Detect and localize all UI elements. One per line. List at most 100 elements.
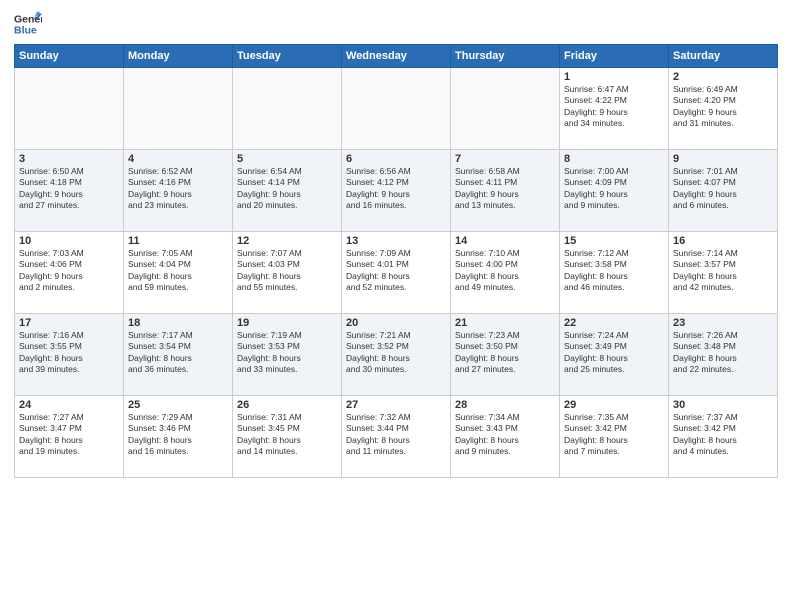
day-cell: 16Sunrise: 7:14 AM Sunset: 3:57 PM Dayli… <box>669 232 778 314</box>
day-number: 16 <box>673 235 773 247</box>
day-cell: 25Sunrise: 7:29 AM Sunset: 3:46 PM Dayli… <box>124 396 233 478</box>
day-cell: 28Sunrise: 7:34 AM Sunset: 3:43 PM Dayli… <box>451 396 560 478</box>
day-number: 20 <box>346 317 446 329</box>
day-number: 27 <box>346 399 446 411</box>
week-row-0: 1Sunrise: 6:47 AM Sunset: 4:22 PM Daylig… <box>15 68 778 150</box>
day-cell: 20Sunrise: 7:21 AM Sunset: 3:52 PM Dayli… <box>342 314 451 396</box>
day-number: 11 <box>128 235 228 247</box>
day-cell: 13Sunrise: 7:09 AM Sunset: 4:01 PM Dayli… <box>342 232 451 314</box>
day-cell: 15Sunrise: 7:12 AM Sunset: 3:58 PM Dayli… <box>560 232 669 314</box>
day-cell: 27Sunrise: 7:32 AM Sunset: 3:44 PM Dayli… <box>342 396 451 478</box>
day-cell: 17Sunrise: 7:16 AM Sunset: 3:55 PM Dayli… <box>15 314 124 396</box>
day-number: 21 <box>455 317 555 329</box>
day-info: Sunrise: 7:34 AM Sunset: 3:43 PM Dayligh… <box>455 412 555 458</box>
day-number: 4 <box>128 153 228 165</box>
day-number: 29 <box>564 399 664 411</box>
day-number: 2 <box>673 71 773 83</box>
day-info: Sunrise: 7:29 AM Sunset: 3:46 PM Dayligh… <box>128 412 228 458</box>
day-cell <box>451 68 560 150</box>
day-number: 25 <box>128 399 228 411</box>
day-info: Sunrise: 7:37 AM Sunset: 3:42 PM Dayligh… <box>673 412 773 458</box>
day-cell: 24Sunrise: 7:27 AM Sunset: 3:47 PM Dayli… <box>15 396 124 478</box>
day-cell: 5Sunrise: 6:54 AM Sunset: 4:14 PM Daylig… <box>233 150 342 232</box>
day-info: Sunrise: 6:56 AM Sunset: 4:12 PM Dayligh… <box>346 166 446 212</box>
day-number: 24 <box>19 399 119 411</box>
day-cell <box>124 68 233 150</box>
logo: General Blue <box>14 10 42 38</box>
day-info: Sunrise: 7:01 AM Sunset: 4:07 PM Dayligh… <box>673 166 773 212</box>
day-cell: 8Sunrise: 7:00 AM Sunset: 4:09 PM Daylig… <box>560 150 669 232</box>
day-info: Sunrise: 7:24 AM Sunset: 3:49 PM Dayligh… <box>564 330 664 376</box>
day-cell: 21Sunrise: 7:23 AM Sunset: 3:50 PM Dayli… <box>451 314 560 396</box>
col-header-tuesday: Tuesday <box>233 45 342 68</box>
day-info: Sunrise: 6:49 AM Sunset: 4:20 PM Dayligh… <box>673 84 773 130</box>
day-info: Sunrise: 7:16 AM Sunset: 3:55 PM Dayligh… <box>19 330 119 376</box>
svg-text:General: General <box>14 13 42 25</box>
day-cell: 23Sunrise: 7:26 AM Sunset: 3:48 PM Dayli… <box>669 314 778 396</box>
day-info: Sunrise: 7:12 AM Sunset: 3:58 PM Dayligh… <box>564 248 664 294</box>
logo-icon: General Blue <box>14 10 42 38</box>
day-info: Sunrise: 7:35 AM Sunset: 3:42 PM Dayligh… <box>564 412 664 458</box>
day-cell: 12Sunrise: 7:07 AM Sunset: 4:03 PM Dayli… <box>233 232 342 314</box>
day-number: 1 <box>564 71 664 83</box>
day-info: Sunrise: 7:09 AM Sunset: 4:01 PM Dayligh… <box>346 248 446 294</box>
col-header-wednesday: Wednesday <box>342 45 451 68</box>
day-number: 14 <box>455 235 555 247</box>
day-number: 8 <box>564 153 664 165</box>
day-info: Sunrise: 7:05 AM Sunset: 4:04 PM Dayligh… <box>128 248 228 294</box>
day-cell: 22Sunrise: 7:24 AM Sunset: 3:49 PM Dayli… <box>560 314 669 396</box>
day-number: 10 <box>19 235 119 247</box>
col-header-saturday: Saturday <box>669 45 778 68</box>
day-cell: 18Sunrise: 7:17 AM Sunset: 3:54 PM Dayli… <box>124 314 233 396</box>
day-cell: 1Sunrise: 6:47 AM Sunset: 4:22 PM Daylig… <box>560 68 669 150</box>
day-info: Sunrise: 7:21 AM Sunset: 3:52 PM Dayligh… <box>346 330 446 376</box>
week-row-3: 17Sunrise: 7:16 AM Sunset: 3:55 PM Dayli… <box>15 314 778 396</box>
day-info: Sunrise: 7:03 AM Sunset: 4:06 PM Dayligh… <box>19 248 119 294</box>
day-info: Sunrise: 7:31 AM Sunset: 3:45 PM Dayligh… <box>237 412 337 458</box>
col-header-thursday: Thursday <box>451 45 560 68</box>
day-number: 22 <box>564 317 664 329</box>
day-info: Sunrise: 7:23 AM Sunset: 3:50 PM Dayligh… <box>455 330 555 376</box>
calendar-header-row: SundayMondayTuesdayWednesdayThursdayFrid… <box>15 45 778 68</box>
col-header-friday: Friday <box>560 45 669 68</box>
page: General Blue SundayMondayTuesdayWednesda… <box>0 0 792 612</box>
day-info: Sunrise: 7:26 AM Sunset: 3:48 PM Dayligh… <box>673 330 773 376</box>
day-info: Sunrise: 7:17 AM Sunset: 3:54 PM Dayligh… <box>128 330 228 376</box>
day-number: 13 <box>346 235 446 247</box>
col-header-monday: Monday <box>124 45 233 68</box>
day-number: 26 <box>237 399 337 411</box>
day-info: Sunrise: 7:00 AM Sunset: 4:09 PM Dayligh… <box>564 166 664 212</box>
week-row-1: 3Sunrise: 6:50 AM Sunset: 4:18 PM Daylig… <box>15 150 778 232</box>
day-number: 28 <box>455 399 555 411</box>
calendar: SundayMondayTuesdayWednesdayThursdayFrid… <box>14 44 778 478</box>
col-header-sunday: Sunday <box>15 45 124 68</box>
day-number: 3 <box>19 153 119 165</box>
day-number: 19 <box>237 317 337 329</box>
day-info: Sunrise: 6:54 AM Sunset: 4:14 PM Dayligh… <box>237 166 337 212</box>
day-cell: 11Sunrise: 7:05 AM Sunset: 4:04 PM Dayli… <box>124 232 233 314</box>
day-cell: 10Sunrise: 7:03 AM Sunset: 4:06 PM Dayli… <box>15 232 124 314</box>
day-cell: 29Sunrise: 7:35 AM Sunset: 3:42 PM Dayli… <box>560 396 669 478</box>
day-info: Sunrise: 7:19 AM Sunset: 3:53 PM Dayligh… <box>237 330 337 376</box>
day-info: Sunrise: 7:14 AM Sunset: 3:57 PM Dayligh… <box>673 248 773 294</box>
day-cell: 6Sunrise: 6:56 AM Sunset: 4:12 PM Daylig… <box>342 150 451 232</box>
svg-text:Blue: Blue <box>14 25 37 37</box>
day-cell: 9Sunrise: 7:01 AM Sunset: 4:07 PM Daylig… <box>669 150 778 232</box>
day-cell: 3Sunrise: 6:50 AM Sunset: 4:18 PM Daylig… <box>15 150 124 232</box>
day-info: Sunrise: 7:10 AM Sunset: 4:00 PM Dayligh… <box>455 248 555 294</box>
day-cell: 7Sunrise: 6:58 AM Sunset: 4:11 PM Daylig… <box>451 150 560 232</box>
day-number: 12 <box>237 235 337 247</box>
day-info: Sunrise: 7:27 AM Sunset: 3:47 PM Dayligh… <box>19 412 119 458</box>
day-cell: 19Sunrise: 7:19 AM Sunset: 3:53 PM Dayli… <box>233 314 342 396</box>
day-number: 30 <box>673 399 773 411</box>
day-number: 5 <box>237 153 337 165</box>
day-info: Sunrise: 6:47 AM Sunset: 4:22 PM Dayligh… <box>564 84 664 130</box>
day-number: 17 <box>19 317 119 329</box>
week-row-2: 10Sunrise: 7:03 AM Sunset: 4:06 PM Dayli… <box>15 232 778 314</box>
day-number: 9 <box>673 153 773 165</box>
day-info: Sunrise: 6:52 AM Sunset: 4:16 PM Dayligh… <box>128 166 228 212</box>
day-cell: 30Sunrise: 7:37 AM Sunset: 3:42 PM Dayli… <box>669 396 778 478</box>
day-cell: 26Sunrise: 7:31 AM Sunset: 3:45 PM Dayli… <box>233 396 342 478</box>
day-info: Sunrise: 6:58 AM Sunset: 4:11 PM Dayligh… <box>455 166 555 212</box>
day-number: 18 <box>128 317 228 329</box>
